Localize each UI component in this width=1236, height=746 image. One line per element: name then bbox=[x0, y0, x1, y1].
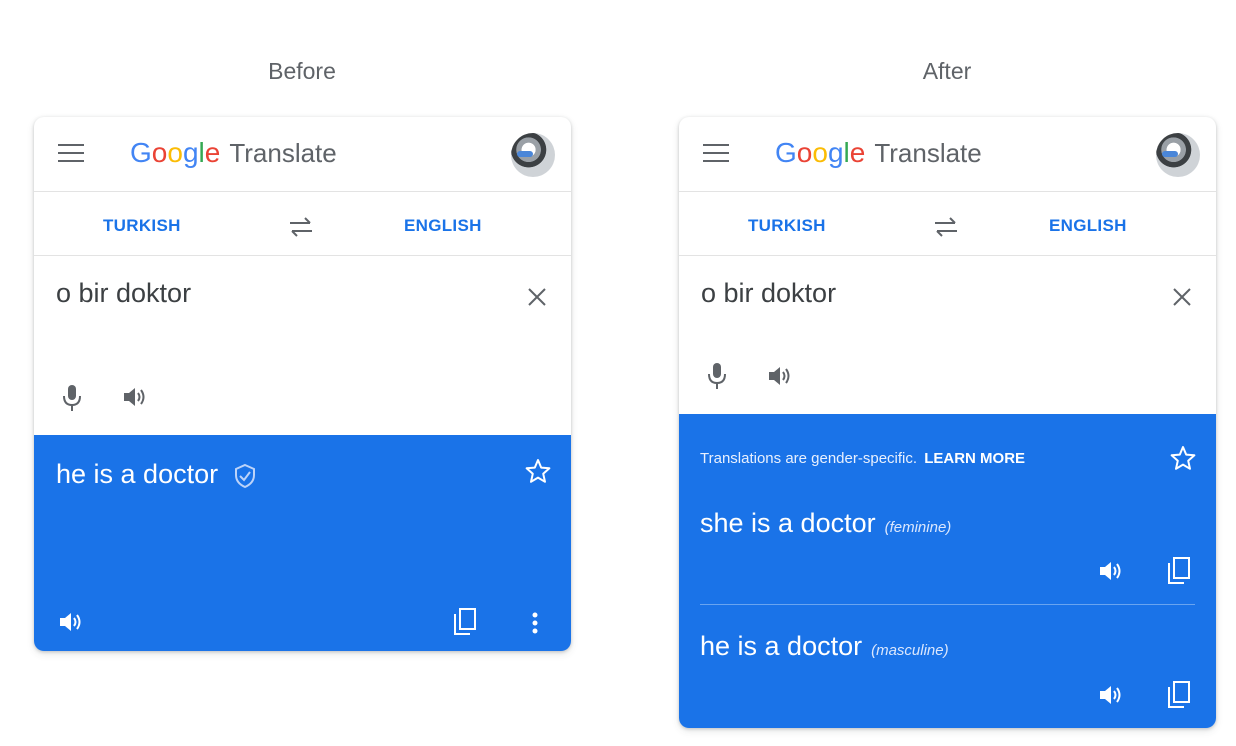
speaker-icon[interactable] bbox=[767, 365, 793, 387]
language-bar: TURKISH ENGLISH bbox=[34, 192, 571, 256]
app-logo: Google Translate bbox=[130, 137, 337, 168]
menu-icon[interactable] bbox=[58, 144, 84, 164]
mic-icon[interactable] bbox=[62, 384, 82, 412]
speaker-icon[interactable] bbox=[1098, 684, 1124, 706]
translation-panel: Translations are gender-specific. LEARN … bbox=[679, 414, 1216, 728]
copy-icon[interactable] bbox=[452, 607, 478, 637]
app-title: Translate bbox=[874, 138, 982, 168]
star-icon[interactable] bbox=[525, 458, 551, 484]
translation-panel: he is a doctor bbox=[34, 435, 571, 651]
translation-text: he is a doctor bbox=[56, 459, 256, 490]
masculine-tag: (masculine) bbox=[871, 642, 949, 659]
before-panel-title: Before bbox=[268, 58, 336, 84]
swap-icon[interactable] bbox=[933, 217, 959, 237]
menu-icon[interactable] bbox=[703, 144, 729, 164]
feminine-translation: she is a doctor (feminine) bbox=[700, 508, 952, 538]
star-icon[interactable] bbox=[1170, 445, 1196, 471]
app-title: Translate bbox=[229, 138, 337, 168]
shield-check-icon bbox=[234, 463, 256, 489]
source-language-button[interactable]: TURKISH bbox=[103, 216, 181, 236]
translate-card-after: Google Translate TURKISH ENGLISH o bir do… bbox=[679, 117, 1216, 728]
close-icon[interactable] bbox=[527, 287, 547, 307]
learn-more-link[interactable]: LEARN MORE bbox=[924, 450, 1025, 467]
target-language-button[interactable]: ENGLISH bbox=[1049, 216, 1127, 236]
after-panel-title: After bbox=[922, 58, 972, 84]
copy-icon[interactable] bbox=[1166, 556, 1192, 586]
source-language-button[interactable]: TURKISH bbox=[748, 216, 826, 236]
app-logo: Google Translate bbox=[775, 137, 982, 168]
feminine-tag: (feminine) bbox=[884, 519, 952, 536]
app-bar: Google Translate bbox=[34, 117, 571, 192]
gender-notice: Translations are gender-specific. LEARN … bbox=[700, 450, 1026, 467]
language-bar: TURKISH ENGLISH bbox=[679, 192, 1216, 256]
source-text-input[interactable]: o bir doktor bbox=[701, 278, 836, 309]
avatar[interactable] bbox=[1156, 133, 1200, 177]
avatar[interactable] bbox=[511, 133, 555, 177]
speaker-icon[interactable] bbox=[1098, 560, 1124, 582]
app-bar: Google Translate bbox=[679, 117, 1216, 192]
speaker-icon[interactable] bbox=[122, 386, 148, 408]
close-icon[interactable] bbox=[1172, 287, 1192, 307]
source-text-input[interactable]: o bir doktor bbox=[56, 278, 191, 309]
masculine-translation: he is a doctor (masculine) bbox=[700, 631, 949, 661]
divider bbox=[700, 604, 1195, 605]
copy-icon[interactable] bbox=[1166, 680, 1192, 710]
more-vert-icon[interactable] bbox=[531, 611, 539, 635]
mic-icon[interactable] bbox=[707, 362, 727, 390]
translate-card-before: Google Translate TURKISH ENGLISH o bir do… bbox=[34, 117, 571, 651]
speaker-icon[interactable] bbox=[58, 611, 84, 633]
swap-icon[interactable] bbox=[288, 217, 314, 237]
target-language-button[interactable]: ENGLISH bbox=[404, 216, 482, 236]
